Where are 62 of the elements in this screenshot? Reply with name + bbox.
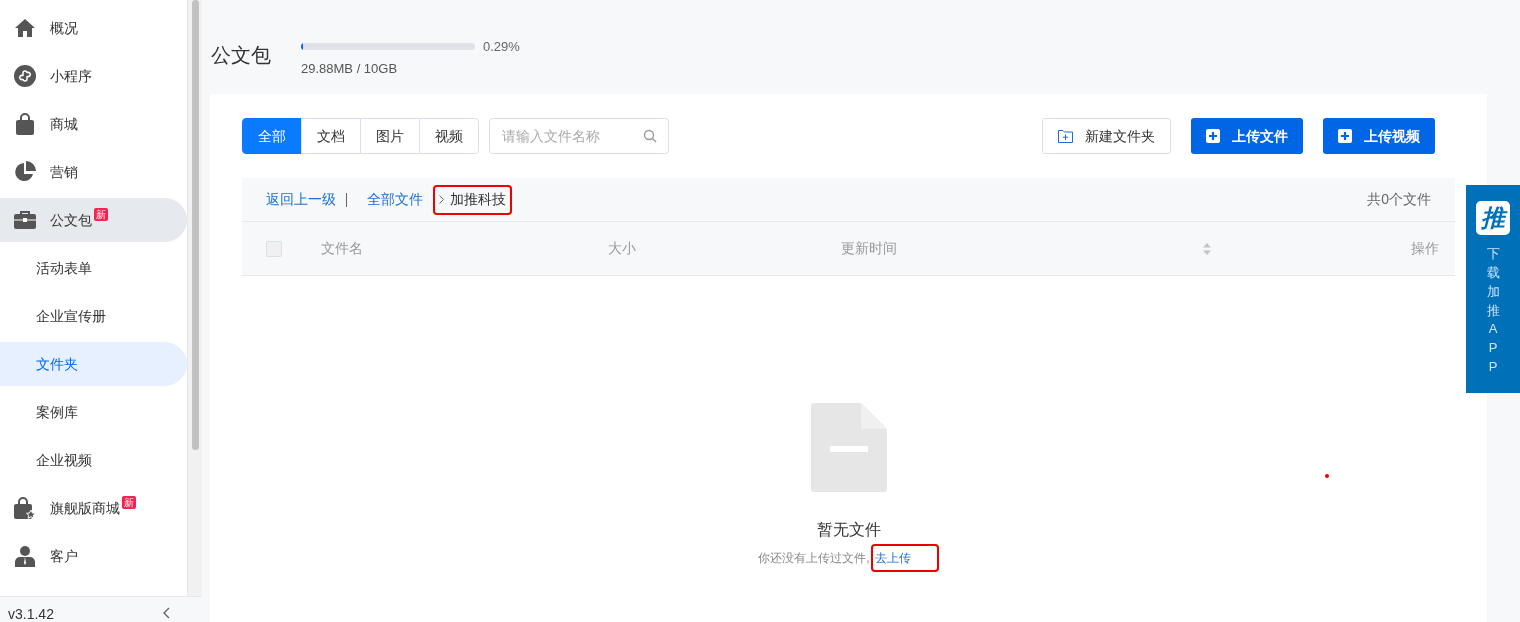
app-download-text: 下载加推APP <box>1486 245 1500 377</box>
storage-usage: 29.88MB / 10GB <box>301 59 399 78</box>
app-download-panel[interactable]: 推 下载加推APP <box>1466 185 1520 393</box>
filter-tab[interactable]: 文档 <box>301 118 361 154</box>
sidebar-subitem[interactable]: 案例库 <box>0 390 187 434</box>
storage-percent: 0.29% <box>483 38 520 56</box>
search-icon <box>643 129 657 143</box>
sidebar-label: 旗舰版商城 <box>50 498 120 518</box>
filter-tab[interactable]: 图片 <box>360 118 420 154</box>
filter-tab[interactable]: 视频 <box>419 118 479 154</box>
sidebar-label: 营销 <box>50 162 78 182</box>
file-icon <box>810 403 887 492</box>
chevron-right-icon <box>439 195 444 204</box>
sidebar-item[interactable]: 小程序 <box>0 54 187 98</box>
sort-icon[interactable] <box>1203 242 1211 255</box>
sidebar-item[interactable]: 旗舰版商城 新 <box>0 486 187 530</box>
upload-link[interactable]: 去上传 <box>874 549 911 567</box>
link-circle-icon <box>12 65 38 87</box>
sidebar-subitem[interactable]: 企业宣传册 <box>0 294 187 338</box>
sidebar-label: 概况 <box>50 18 78 38</box>
search-field[interactable]: 请输入文件名称 <box>489 118 669 154</box>
sidebar-label: 公文包 <box>50 210 92 230</box>
pie-chart-icon <box>12 161 38 183</box>
user-icon <box>12 545 38 567</box>
scrollbar-thumb[interactable] <box>191 0 199 450</box>
filter-tab[interactable]: 全部 <box>242 118 302 154</box>
sidebar-item[interactable]: 概况 <box>0 6 187 50</box>
plus-square-icon <box>1338 129 1352 143</box>
column-header: 文件名 <box>321 239 364 258</box>
sidebar-subitem[interactable]: 企业视频 <box>0 438 187 482</box>
back-link[interactable]: 返回上一级 <box>266 189 336 210</box>
new-folder-button[interactable]: 新建文件夹 <box>1042 118 1171 154</box>
file-count: 共0个文件 <box>1367 190 1431 209</box>
sidebar-item[interactable]: 商城 <box>0 102 187 146</box>
breadcrumb-current: 加推科技 <box>450 190 506 209</box>
empty-title: 暂无文件 <box>816 520 881 540</box>
column-header: 更新时间 <box>841 239 898 258</box>
page-title: 公文包 <box>211 43 271 68</box>
collapse-icon[interactable] <box>162 606 170 619</box>
plus-square-icon <box>1206 129 1220 143</box>
sidebar-subitem[interactable]: 活动表单 <box>0 246 187 290</box>
version-label: v3.1.42 <box>8 605 54 622</box>
sidebar-item[interactable]: 客户 <box>0 534 187 578</box>
folder-plus-icon <box>1058 129 1073 143</box>
column-header: 大小 <box>608 239 637 258</box>
empty-message: 你还没有上传过文件, <box>758 550 870 567</box>
select-all-checkbox[interactable] <box>266 240 282 257</box>
column-header: 操作 <box>1411 239 1439 258</box>
breadcrumb-link[interactable]: 全部文件 <box>367 189 423 210</box>
sidebar-item[interactable]: 公文包 新 <box>0 198 187 242</box>
sidebar-label: 客户 <box>50 546 78 566</box>
sidebar-subitem[interactable]: 文件夹 <box>0 342 187 386</box>
sidebar-item[interactable]: 营销 <box>0 150 187 194</box>
new-badge: 新 <box>94 207 108 221</box>
shop-star-icon <box>12 497 38 519</box>
sidebar-label: 商城 <box>50 114 78 134</box>
new-badge: 新 <box>122 495 136 509</box>
upload-button[interactable]: 上传文件 <box>1191 118 1303 154</box>
app-logo: 推 <box>1476 201 1510 235</box>
upload-button[interactable]: 上传视频 <box>1323 118 1435 154</box>
sidebar-label: 小程序 <box>50 66 92 86</box>
briefcase-icon <box>12 210 38 230</box>
